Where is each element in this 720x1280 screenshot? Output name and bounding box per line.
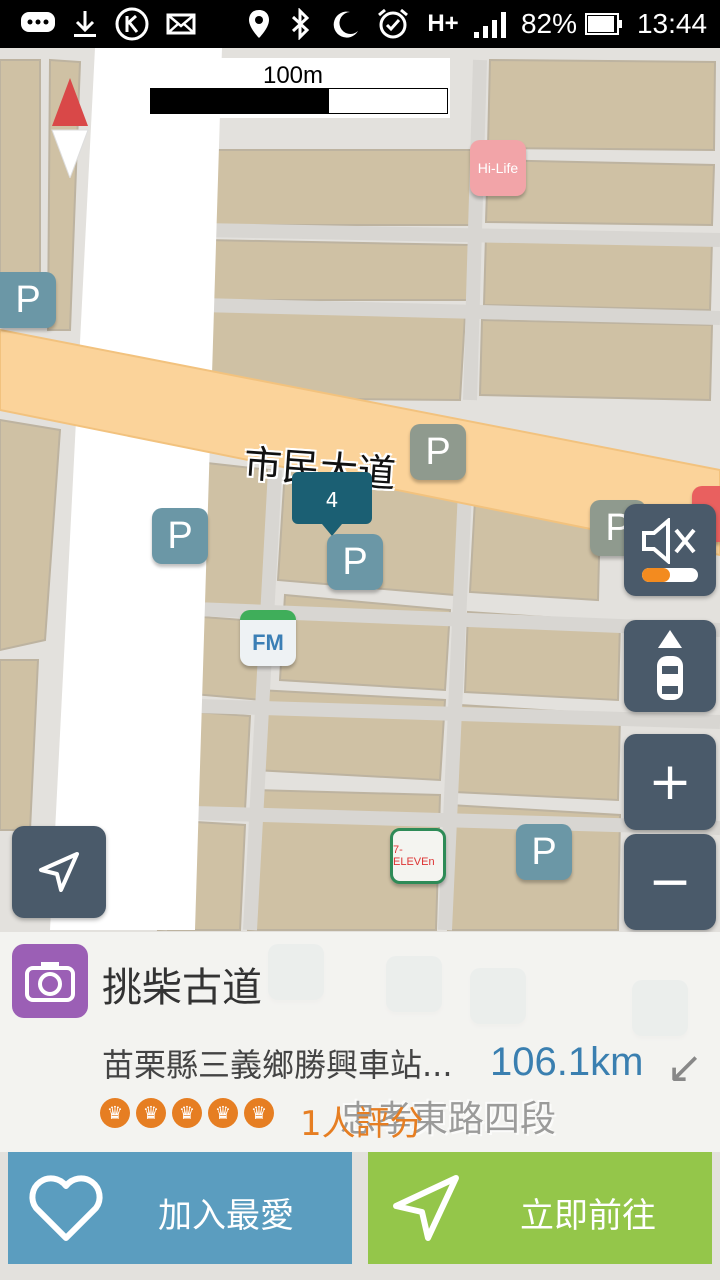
clock: 13:44	[636, 8, 708, 39]
place-name: 挑柴古道	[102, 965, 262, 1011]
seven-eleven-label: 7-ELEVEn	[393, 844, 435, 868]
car-view-button[interactable]	[624, 620, 716, 712]
add-favorite-button[interactable]: 加入最愛	[8, 1152, 352, 1264]
voice-toggle-switch[interactable]	[642, 568, 698, 582]
parking-label: P	[425, 430, 451, 473]
parking-icon[interactable]: P	[152, 508, 208, 564]
camera-icon	[12, 944, 88, 1018]
moon-icon	[328, 0, 362, 48]
speaker-muted-icon	[642, 518, 696, 564]
chat-icon	[18, 0, 58, 48]
crown-icon: ♛	[172, 1098, 202, 1128]
parking-icon[interactable]: P	[0, 272, 56, 328]
familymart-label: FM	[252, 630, 284, 655]
rating-crowns: ♛ ♛ ♛ ♛ ♛	[100, 1098, 274, 1128]
signal-icon	[470, 0, 514, 48]
rating-count: 1人評分	[300, 1104, 424, 1144]
parking-icon[interactable]: P	[516, 824, 572, 880]
cluster-pin[interactable]: 4	[292, 472, 372, 536]
mail-icon	[164, 0, 198, 48]
crown-icon: ♛	[244, 1098, 274, 1128]
zoom-in-button[interactable]: +	[624, 734, 716, 830]
status-bar: H+ 82% 13:44	[0, 0, 720, 48]
zoom-out-button[interactable]: −	[624, 834, 716, 930]
hilife-label: Hi-Life	[477, 160, 519, 176]
direction-arrow-icon: ↙	[666, 1042, 703, 1093]
place-distance: 106.1km	[490, 1040, 644, 1084]
battery-icon	[584, 0, 624, 48]
scale-bar: 100m	[148, 58, 450, 118]
voice-toggle-button[interactable]	[624, 504, 716, 596]
add-favorite-label: 加入最愛	[158, 1196, 294, 1236]
navigation-arrow-icon	[393, 1175, 459, 1241]
k-app-icon	[113, 0, 151, 48]
compass-icon[interactable]	[50, 78, 90, 180]
locate-me-button[interactable]	[12, 826, 106, 918]
battery-percent: 82%	[520, 8, 578, 39]
network-type: H+	[427, 10, 459, 37]
seven-eleven-icon[interactable]: 7-ELEVEn	[390, 828, 446, 884]
parking-icon[interactable]: P	[327, 534, 383, 590]
parking-label: P	[531, 830, 557, 873]
navigation-arrow-icon	[39, 852, 79, 892]
location-icon	[244, 0, 274, 48]
car-icon	[657, 630, 683, 700]
heart-icon	[29, 1175, 103, 1241]
alarm-icon	[374, 0, 412, 48]
navigate-now-label: 立即前往	[520, 1196, 656, 1236]
familymart-icon[interactable]: FM	[240, 610, 296, 666]
crown-icon: ♛	[100, 1098, 130, 1128]
crown-icon: ♛	[136, 1098, 166, 1128]
scale-ruler	[150, 88, 448, 114]
parking-icon[interactable]: P	[410, 424, 466, 480]
download-icon	[70, 0, 100, 48]
parking-label: P	[167, 514, 193, 557]
hilife-store-icon[interactable]: Hi-Life	[470, 140, 526, 196]
navigate-now-button[interactable]: 立即前往	[368, 1152, 712, 1264]
parking-label: P	[342, 540, 368, 583]
scale-label: 100m	[262, 62, 324, 89]
parking-label: P	[15, 278, 41, 321]
place-address: 苗栗縣三義鄉勝興車站...	[102, 1046, 453, 1084]
bluetooth-icon	[286, 0, 316, 48]
crown-icon: ♛	[208, 1098, 238, 1128]
